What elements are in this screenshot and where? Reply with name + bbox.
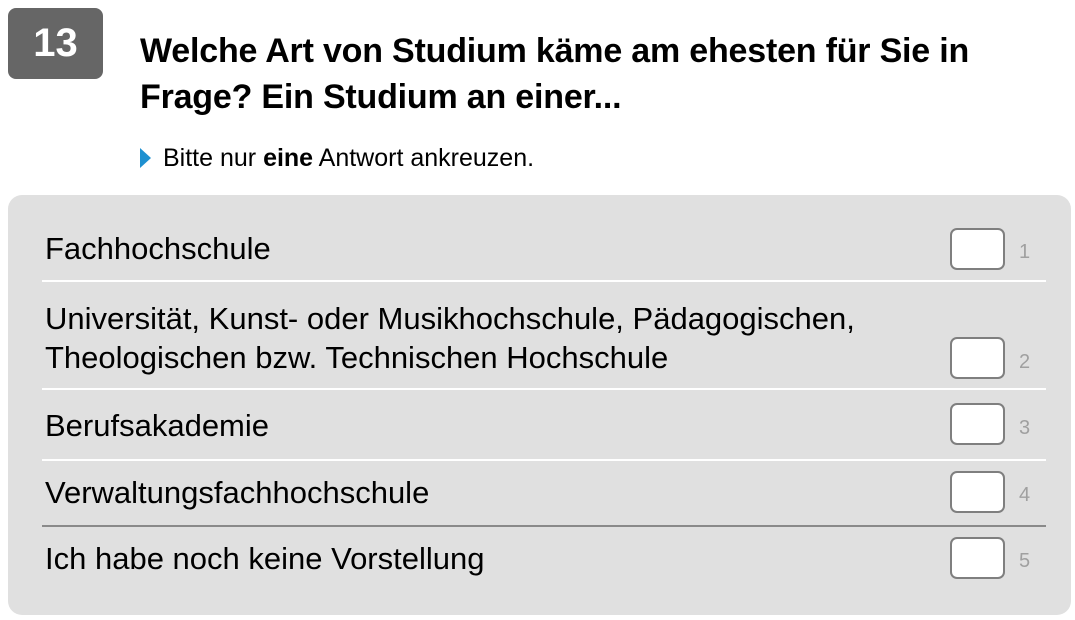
option-divider: [42, 388, 1046, 390]
option-checkbox[interactable]: [950, 337, 1005, 379]
question-title: Welche Art von Studium käme am ehesten f…: [140, 32, 970, 116]
option-label: Berufsakademie: [45, 408, 270, 443]
option-label: Verwaltungsfachhochschule: [45, 475, 430, 510]
instruction-emphasis: eine: [263, 144, 314, 172]
instruction-text: Bitte nur eine Antwort ankreuzen.: [163, 144, 535, 172]
option-divider: [42, 459, 1046, 461]
option-checkbox[interactable]: [950, 228, 1005, 270]
question-number: 13: [8, 8, 103, 79]
option-divider: [42, 525, 1046, 527]
option-code: 5: [1019, 550, 1031, 572]
option-label-line2: Theologischen bzw. Technischen Hochschul…: [45, 340, 669, 375]
option-checkbox[interactable]: [950, 471, 1005, 513]
answer-panel: Fachhochschule 1 Universität, Kunst- ode…: [8, 195, 1071, 615]
option-checkbox[interactable]: [950, 537, 1005, 579]
option-code: 3: [1019, 417, 1031, 439]
option-code: 4: [1019, 484, 1031, 506]
option-code: 1: [1019, 241, 1031, 263]
option-divider: [42, 280, 1046, 282]
play-arrow-icon: [140, 148, 151, 168]
option-code: 2: [1019, 351, 1031, 373]
instruction: Bitte nur eine Antwort ankreuzen.: [140, 141, 534, 175]
option-checkbox[interactable]: [950, 403, 1005, 445]
option-label: Universität, Kunst- oder Musikhochschule…: [45, 301, 855, 336]
option-label: Fachhochschule: [45, 231, 271, 266]
option-label: Ich habe noch keine Vorstellung: [45, 541, 485, 576]
